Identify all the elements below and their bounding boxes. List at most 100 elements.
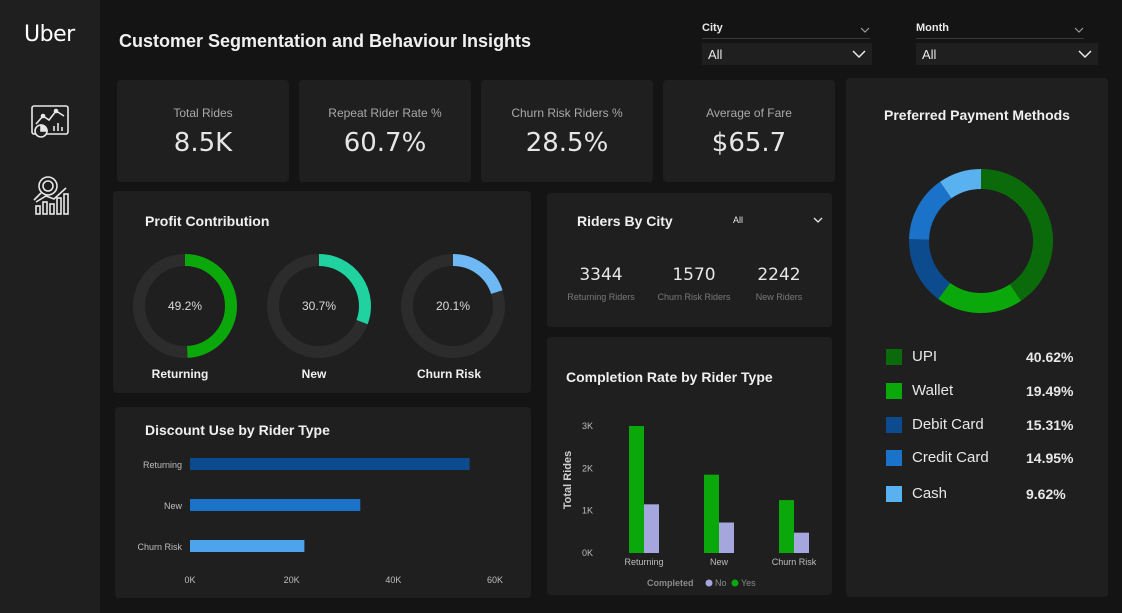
new-riders-value: 2242 bbox=[757, 265, 801, 285]
donut-slice[interactable] bbox=[940, 169, 982, 199]
legend-swatch bbox=[886, 348, 902, 365]
legend-value: 40.62% bbox=[1026, 348, 1074, 365]
bar-category-label: Churn Risk bbox=[137, 542, 182, 552]
discount-bar[interactable] bbox=[190, 540, 305, 552]
gauge-label-churn-risk: Churn Risk bbox=[416, 367, 481, 381]
donut-slice[interactable] bbox=[909, 181, 952, 241]
city-select-value: All bbox=[708, 46, 723, 62]
gauge-arc bbox=[452, 254, 503, 295]
x-tick-label: 20K bbox=[284, 575, 300, 585]
x-tick-label: 40K bbox=[385, 575, 401, 585]
completion-bar-yes[interactable] bbox=[704, 474, 719, 553]
chevron-down-icon bbox=[813, 217, 823, 223]
x-tick-label: 60K bbox=[487, 575, 503, 585]
legend-item-label: Yes bbox=[741, 578, 756, 588]
sidebar: Uber bbox=[0, 0, 100, 613]
kpi-card-average-fare: Average of Fare $65.7 bbox=[663, 80, 835, 182]
gauge-label-returning: Returning bbox=[151, 367, 209, 381]
kpi-label: Average of Fare bbox=[706, 106, 792, 120]
city-filter[interactable]: City All bbox=[702, 22, 872, 65]
legend-item-upi: UPI 40.62% bbox=[886, 348, 1086, 365]
legend-name: Wallet bbox=[912, 382, 954, 399]
kpi-value: 60.7% bbox=[343, 128, 427, 158]
discount-bar[interactable] bbox=[190, 499, 361, 511]
gauge-value: 49.2% bbox=[168, 299, 202, 313]
city-filter-label: City bbox=[702, 22, 723, 34]
discount-chart: Returning New Churn Risk 0K 20K 40K 60K bbox=[137, 458, 503, 585]
legend-swatch bbox=[886, 382, 902, 399]
city-select[interactable]: All bbox=[702, 43, 872, 65]
legend-value: 14.95% bbox=[1026, 449, 1074, 466]
riders-by-city-card: Riders By City All 3344 Returning Riders… bbox=[547, 193, 832, 327]
legend-value: 9.62% bbox=[1026, 485, 1066, 502]
legend-swatch bbox=[886, 485, 902, 502]
kpi-value: 28.5% bbox=[525, 128, 609, 158]
riders-city-filter[interactable]: All bbox=[733, 215, 823, 225]
kpi-value: 8.5K bbox=[173, 128, 233, 158]
legend-swatch bbox=[886, 449, 902, 466]
chevron-down-icon bbox=[1074, 27, 1084, 33]
gauge-value: 20.1% bbox=[436, 299, 470, 313]
y-axis-label: Total Rides bbox=[562, 451, 574, 509]
completion-bar-no[interactable] bbox=[794, 532, 809, 553]
legend-item-debit-card: Debit Card 15.31% bbox=[886, 416, 1086, 433]
month-filter-header: Month bbox=[916, 22, 1084, 39]
legend-item-cash: Cash 9.62% bbox=[886, 485, 1086, 502]
city-filter-header: City bbox=[702, 22, 870, 39]
kpi-value: $65.7 bbox=[711, 128, 787, 158]
chevron-down-icon bbox=[860, 27, 870, 33]
discount-bar[interactable] bbox=[190, 458, 470, 470]
kpi-card-repeat-rate: Repeat Rider Rate % 60.7% bbox=[299, 80, 471, 182]
legend-value: 15.31% bbox=[1026, 416, 1074, 433]
kpi-label: Total Rides bbox=[173, 106, 233, 120]
bar-category-label: New bbox=[164, 501, 183, 511]
month-select-value: All bbox=[922, 46, 937, 62]
legend-name: Cash bbox=[912, 485, 948, 502]
y-tick-label: 2K bbox=[582, 463, 593, 473]
payment-donut-chart bbox=[909, 169, 1053, 313]
chevron-down-icon bbox=[1078, 50, 1092, 58]
legend-title: Completed bbox=[647, 578, 694, 588]
legend-name: Debit Card bbox=[912, 416, 984, 433]
returning-riders-value: 3344 bbox=[579, 265, 623, 285]
profit-gauges: 49.2% 30.7% 20.1% bbox=[133, 254, 505, 358]
y-tick-label: 0K bbox=[582, 548, 593, 558]
month-filter[interactable]: Month All bbox=[916, 22, 1098, 65]
gauge-value: 30.7% bbox=[302, 299, 336, 313]
kpi-label: Repeat Rider Rate % bbox=[328, 106, 442, 120]
donut-slice[interactable] bbox=[909, 239, 951, 299]
analytics-search-icon[interactable] bbox=[28, 172, 72, 216]
legend-dot bbox=[705, 579, 713, 587]
page-title: Customer Segmentation and Behaviour Insi… bbox=[119, 31, 532, 51]
legend-dot bbox=[731, 579, 739, 587]
donut-slice[interactable] bbox=[980, 169, 1053, 301]
kpi-card-churn-risk: Churn Risk Riders % 28.5% bbox=[481, 80, 653, 182]
gauge-label-new: New bbox=[301, 367, 327, 381]
month-select[interactable]: All bbox=[916, 43, 1098, 65]
legend-value: 19.49% bbox=[1026, 382, 1074, 399]
chevron-down-icon bbox=[852, 50, 866, 58]
y-tick-label: 3K bbox=[582, 421, 593, 431]
riders-city-filter-value: All bbox=[733, 215, 744, 225]
legend-item-wallet: Wallet 19.49% bbox=[886, 382, 1086, 399]
completion-bar-yes[interactable] bbox=[629, 426, 644, 553]
churn-risk-riders-value: 1570 bbox=[672, 265, 716, 285]
completion-bar-no[interactable] bbox=[644, 504, 659, 553]
bar-category-label: Returning bbox=[143, 460, 182, 470]
x-tick-label: Churn Risk bbox=[772, 557, 817, 567]
returning-riders-label: Returning Riders bbox=[567, 292, 635, 302]
kpi-label: Churn Risk Riders % bbox=[511, 106, 623, 120]
churn-risk-riders-label: Churn Risk Riders bbox=[657, 292, 731, 302]
card-title: Riders By City bbox=[577, 213, 673, 229]
completion-bar-no[interactable] bbox=[719, 522, 734, 553]
completion-chart: 0K 1K 2K 3K Total Rides Returning New Churn Ris… bbox=[562, 421, 817, 588]
x-tick-label: New bbox=[710, 557, 729, 567]
legend-name: UPI bbox=[912, 348, 938, 365]
legend-item-credit-card: Credit Card 14.95% bbox=[886, 449, 1086, 466]
donut-slice[interactable] bbox=[938, 282, 1021, 313]
dashboard-report-icon[interactable] bbox=[28, 100, 72, 144]
legend-name: Credit Card bbox=[912, 449, 989, 466]
y-tick-label: 1K bbox=[582, 506, 593, 516]
month-filter-label: Month bbox=[916, 22, 949, 34]
completion-bar-yes[interactable] bbox=[779, 500, 794, 553]
